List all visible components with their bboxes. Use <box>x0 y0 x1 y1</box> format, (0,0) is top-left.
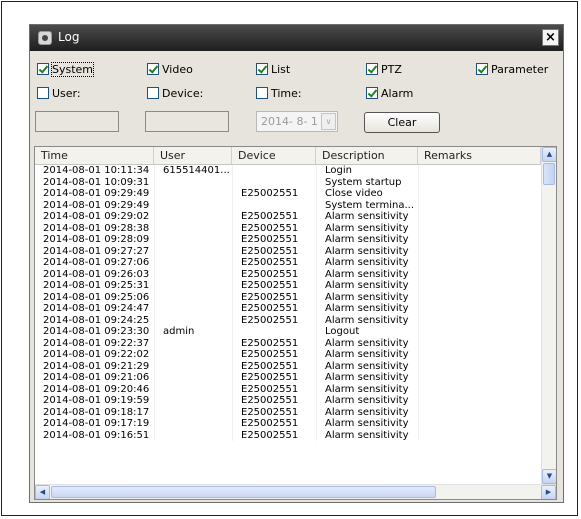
table-row[interactable]: 2014-08-01 09:18:17 E25002551 Alarm sens… <box>35 406 541 418</box>
list-label: List <box>271 62 291 76</box>
alarm-checkbox[interactable]: Alarm <box>366 86 413 100</box>
table-row[interactable]: 2014-08-01 09:28:38 E25002551 Alarm sens… <box>35 222 541 234</box>
chevron-down-icon[interactable]: ∨ <box>321 113 336 130</box>
device-input[interactable] <box>145 111 229 132</box>
column-header-time[interactable]: Time <box>35 147 154 164</box>
check-icon[interactable] <box>256 63 268 75</box>
ptz-label: PTZ <box>381 62 402 76</box>
vertical-scroll-thumb[interactable] <box>543 163 555 185</box>
column-header-user[interactable]: User <box>154 147 232 164</box>
app-icon <box>38 31 52 45</box>
time-checkbox[interactable]: Time: <box>256 86 302 100</box>
user-checkbox[interactable]: User: <box>37 86 81 100</box>
list-header: Time User Device Description Remarks <box>35 147 541 165</box>
time-label: Time: <box>271 86 302 100</box>
table-row[interactable]: 2014-08-01 09:21:06 E25002551 Alarm sens… <box>35 372 541 384</box>
column-header-description[interactable]: Description <box>316 147 418 164</box>
user-label: User: <box>52 86 81 100</box>
horizontal-scrollbar[interactable]: ◀ ▶ <box>35 484 556 499</box>
scroll-left-icon[interactable]: ◀ <box>35 485 50 499</box>
vertical-scrollbar[interactable]: ▲ ▼ <box>541 147 556 484</box>
table-row[interactable]: 2014-08-01 10:11:34 615514401... Login <box>35 165 541 177</box>
video-checkbox[interactable]: Video <box>147 62 193 76</box>
table-row[interactable]: 2014-08-01 09:19:59 E25002551 Alarm sens… <box>35 395 541 407</box>
check-icon[interactable] <box>37 63 49 75</box>
device-checkbox[interactable]: Device: <box>147 86 203 100</box>
title-bar[interactable]: Log × <box>30 25 563 51</box>
video-label: Video <box>162 62 193 76</box>
table-row[interactable]: 2014-08-01 09:29:49 E25002551 Close vide… <box>35 188 541 200</box>
clear-button[interactable]: Clear <box>364 112 440 133</box>
check-icon[interactable] <box>366 63 378 75</box>
table-row[interactable]: 2014-08-01 09:24:47 E25002551 Alarm sens… <box>35 303 541 315</box>
table-row[interactable]: 2014-08-01 09:24:25 E25002551 Alarm sens… <box>35 314 541 326</box>
check-icon[interactable] <box>366 87 378 99</box>
parameter-label: Parameter <box>491 62 549 76</box>
check-icon[interactable] <box>147 63 159 75</box>
table-row[interactable]: 2014-08-01 09:23:30 admin Logout <box>35 326 541 338</box>
checkbox-box[interactable] <box>147 87 159 99</box>
parameter-checkbox[interactable]: Parameter <box>476 62 548 76</box>
ptz-checkbox[interactable]: PTZ <box>366 62 402 76</box>
column-header-device[interactable]: Device <box>232 147 316 164</box>
check-icon[interactable] <box>476 63 488 75</box>
system-checkbox[interactable]: System <box>37 61 95 77</box>
scroll-down-icon[interactable]: ▼ <box>542 469 556 484</box>
table-row[interactable]: 2014-08-01 09:25:31 E25002551 Alarm sens… <box>35 280 541 292</box>
table-row[interactable]: 2014-08-01 09:22:02 E25002551 Alarm sens… <box>35 349 541 361</box>
scroll-up-icon[interactable]: ▲ <box>542 147 556 162</box>
table-row[interactable]: 2014-08-01 09:29:02 E25002551 Alarm sens… <box>35 211 541 223</box>
table-row[interactable]: 2014-08-01 09:27:27 E25002551 Alarm sens… <box>35 245 541 257</box>
list-checkbox[interactable]: List <box>256 62 290 76</box>
table-row[interactable]: 2014-08-01 09:28:09 E25002551 Alarm sens… <box>35 234 541 246</box>
table-row[interactable]: 2014-08-01 09:16:51 E25002551 Alarm sens… <box>35 429 541 441</box>
checkbox-box[interactable] <box>256 87 268 99</box>
alarm-label: Alarm <box>381 86 414 100</box>
table-row[interactable]: 2014-08-01 09:20:46 E25002551 Alarm sens… <box>35 383 541 395</box>
table-row[interactable]: 2014-08-01 09:27:06 E25002551 Alarm sens… <box>35 257 541 269</box>
table-row[interactable]: 2014-08-01 09:26:03 E25002551 Alarm sens… <box>35 268 541 280</box>
table-row[interactable]: 2014-08-01 09:22:37 E25002551 Alarm sens… <box>35 337 541 349</box>
date-value: 2014- 8- 1 <box>261 115 318 128</box>
user-input[interactable] <box>35 111 119 132</box>
system-label: System <box>50 61 95 77</box>
table-row[interactable]: 2014-08-01 09:21:29 E25002551 Alarm sens… <box>35 360 541 372</box>
table-row[interactable]: 2014-08-01 10:09:31 System startup <box>35 176 541 188</box>
date-picker[interactable]: 2014- 8- 1 ∨ <box>256 111 338 132</box>
log-list[interactable]: Time User Device Description Remarks 201… <box>34 146 557 500</box>
device-label: Device: <box>162 86 204 100</box>
checkbox-box[interactable] <box>37 87 49 99</box>
table-row[interactable]: 2014-08-01 09:29:49 System termina... <box>35 199 541 211</box>
table-row[interactable]: 2014-08-01 09:17:19 E25002551 Alarm sens… <box>35 418 541 430</box>
column-header-remarks[interactable]: Remarks <box>418 147 541 164</box>
window-title: Log <box>58 30 80 44</box>
table-row[interactable]: 2014-08-01 09:25:06 E25002551 Alarm sens… <box>35 291 541 303</box>
scroll-right-icon[interactable]: ▶ <box>541 485 556 499</box>
horizontal-scroll-thumb[interactable] <box>51 486 436 498</box>
close-button[interactable]: × <box>542 29 559 46</box>
